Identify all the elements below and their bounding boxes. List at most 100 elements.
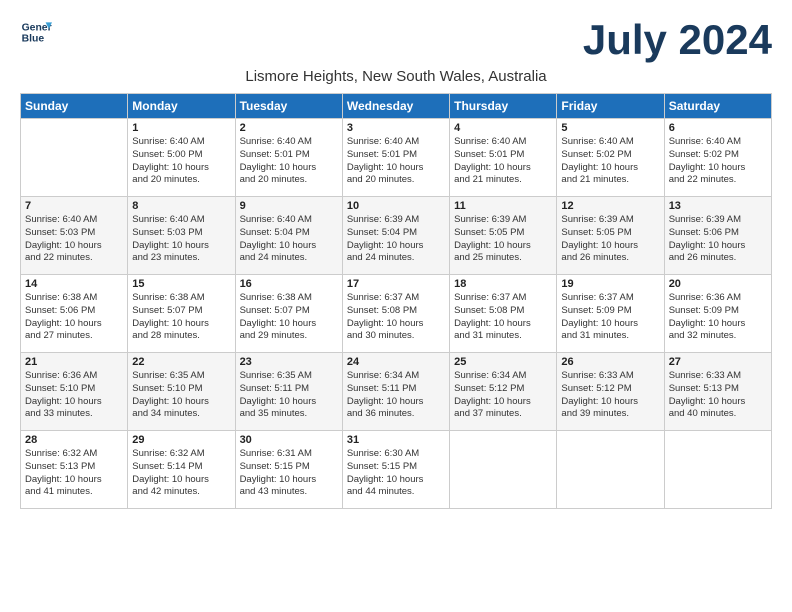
calendar-cell: 21Sunrise: 6:36 AM Sunset: 5:10 PM Dayli… bbox=[21, 353, 128, 431]
calendar-cell: 16 Sunrise: 6:38 AM Sunset: 5:07 PM Dayli… bbox=[235, 275, 342, 353]
day-info: Sunrise: 6:39 AM Sunset: 5:06 PM Dayligh… bbox=[669, 214, 767, 265]
calendar-cell: 7 Sunrise: 6:40 AM Sunset: 5:03 PM Daylig… bbox=[21, 197, 128, 275]
day-number: 31 bbox=[347, 434, 445, 446]
calendar-week-row: 28 Sunrise: 6:32 AM Sunset: 5:13 PM Dayli… bbox=[21, 431, 772, 509]
calendar-cell: 10 Sunrise: 6:39 AM Sunset: 5:04 PM Dayli… bbox=[342, 197, 449, 275]
day-number: 5 bbox=[561, 122, 659, 134]
calendar-cell bbox=[21, 119, 128, 197]
column-header-sunday: Sunday bbox=[21, 94, 128, 119]
day-number: 22 bbox=[132, 356, 230, 368]
svg-text:Blue: Blue bbox=[22, 34, 45, 45]
calendar-cell: 29Sunrise: 6:32 AM Sunset: 5:14 PM Dayli… bbox=[128, 431, 235, 509]
calendar-week-row: 14 Sunrise: 6:38 AM Sunset: 5:06 PM Dayli… bbox=[21, 275, 772, 353]
day-info: Sunrise: 6:40 AM Sunset: 5:00 PM Dayligh… bbox=[132, 136, 230, 187]
logo: General Blue bbox=[20, 16, 52, 48]
calendar-cell: 3 Sunrise: 6:40 AM Sunset: 5:01 PM Daylig… bbox=[342, 119, 449, 197]
day-number: 23 bbox=[240, 356, 338, 368]
day-number: 12 bbox=[561, 200, 659, 212]
calendar-week-row: 1 Sunrise: 6:40 AM Sunset: 5:00 PM Daylig… bbox=[21, 119, 772, 197]
day-info: Sunrise: 6:37 AM Sunset: 5:08 PM Dayligh… bbox=[347, 292, 445, 343]
day-number: 3 bbox=[347, 122, 445, 134]
day-info: Sunrise: 6:35 AM Sunset: 5:11 PM Dayligh… bbox=[240, 370, 338, 421]
day-info: Sunrise: 6:34 AM Sunset: 5:12 PM Dayligh… bbox=[454, 370, 552, 421]
day-info: Sunrise: 6:32 AM Sunset: 5:13 PM Dayligh… bbox=[25, 448, 123, 499]
day-number: 15 bbox=[132, 278, 230, 290]
day-number: 13 bbox=[669, 200, 767, 212]
day-number: 27 bbox=[669, 356, 767, 368]
day-info: Sunrise: 6:33 AM Sunset: 5:12 PM Dayligh… bbox=[561, 370, 659, 421]
month-title: July 2024 bbox=[583, 16, 772, 64]
day-number: 2 bbox=[240, 122, 338, 134]
day-info: Sunrise: 6:38 AM Sunset: 5:07 PM Dayligh… bbox=[132, 292, 230, 343]
day-number: 18 bbox=[454, 278, 552, 290]
calendar-cell: 9 Sunrise: 6:40 AM Sunset: 5:04 PM Daylig… bbox=[235, 197, 342, 275]
calendar-cell: 18Sunrise: 6:37 AM Sunset: 5:08 PM Dayli… bbox=[450, 275, 557, 353]
day-info: Sunrise: 6:38 AM Sunset: 5:07 PM Dayligh… bbox=[240, 292, 338, 343]
day-info: Sunrise: 6:40 AM Sunset: 5:01 PM Dayligh… bbox=[347, 136, 445, 187]
day-number: 9 bbox=[240, 200, 338, 212]
calendar-week-row: 21Sunrise: 6:36 AM Sunset: 5:10 PM Dayli… bbox=[21, 353, 772, 431]
day-number: 28 bbox=[25, 434, 123, 446]
calendar-cell: 19Sunrise: 6:37 AM Sunset: 5:09 PM Dayli… bbox=[557, 275, 664, 353]
day-number: 20 bbox=[669, 278, 767, 290]
day-number: 17 bbox=[347, 278, 445, 290]
calendar-cell: 30Sunrise: 6:31 AM Sunset: 5:15 PM Dayli… bbox=[235, 431, 342, 509]
day-info: Sunrise: 6:39 AM Sunset: 5:05 PM Dayligh… bbox=[454, 214, 552, 265]
day-info: Sunrise: 6:40 AM Sunset: 5:01 PM Dayligh… bbox=[240, 136, 338, 187]
day-info: Sunrise: 6:40 AM Sunset: 5:02 PM Dayligh… bbox=[561, 136, 659, 187]
calendar-cell: 17 Sunrise: 6:37 AM Sunset: 5:08 PM Dayli… bbox=[342, 275, 449, 353]
day-number: 16 bbox=[240, 278, 338, 290]
calendar-header-row: SundayMondayTuesdayWednesdayThursdayFrid… bbox=[21, 94, 772, 119]
column-header-friday: Friday bbox=[557, 94, 664, 119]
calendar-cell: 1 Sunrise: 6:40 AM Sunset: 5:00 PM Daylig… bbox=[128, 119, 235, 197]
calendar-cell: 27 Sunrise: 6:33 AM Sunset: 5:13 PM Dayli… bbox=[664, 353, 771, 431]
day-info: Sunrise: 6:32 AM Sunset: 5:14 PM Dayligh… bbox=[132, 448, 230, 499]
day-info: Sunrise: 6:38 AM Sunset: 5:06 PM Dayligh… bbox=[25, 292, 123, 343]
calendar-cell: 24Sunrise: 6:34 AM Sunset: 5:11 PM Dayli… bbox=[342, 353, 449, 431]
day-number: 30 bbox=[240, 434, 338, 446]
subtitle: Lismore Heights, New South Wales, Austra… bbox=[20, 68, 772, 85]
calendar-cell: 11 Sunrise: 6:39 AM Sunset: 5:05 PM Dayli… bbox=[450, 197, 557, 275]
day-number: 8 bbox=[132, 200, 230, 212]
calendar-cell: 20 Sunrise: 6:36 AM Sunset: 5:09 PM Dayli… bbox=[664, 275, 771, 353]
logo-icon: General Blue bbox=[20, 16, 52, 48]
calendar-cell bbox=[557, 431, 664, 509]
day-info: Sunrise: 6:33 AM Sunset: 5:13 PM Dayligh… bbox=[669, 370, 767, 421]
day-number: 7 bbox=[25, 200, 123, 212]
day-number: 10 bbox=[347, 200, 445, 212]
calendar-cell: 31 Sunrise: 6:30 AM Sunset: 5:15 PM Dayli… bbox=[342, 431, 449, 509]
day-info: Sunrise: 6:40 AM Sunset: 5:04 PM Dayligh… bbox=[240, 214, 338, 265]
day-number: 4 bbox=[454, 122, 552, 134]
day-info: Sunrise: 6:40 AM Sunset: 5:03 PM Dayligh… bbox=[25, 214, 123, 265]
column-header-thursday: Thursday bbox=[450, 94, 557, 119]
day-info: Sunrise: 6:37 AM Sunset: 5:09 PM Dayligh… bbox=[561, 292, 659, 343]
calendar-table: SundayMondayTuesdayWednesdayThursdayFrid… bbox=[20, 93, 772, 509]
calendar-cell: 6Sunrise: 6:40 AM Sunset: 5:02 PM Daylig… bbox=[664, 119, 771, 197]
day-info: Sunrise: 6:40 AM Sunset: 5:02 PM Dayligh… bbox=[669, 136, 767, 187]
day-number: 21 bbox=[25, 356, 123, 368]
day-info: Sunrise: 6:40 AM Sunset: 5:01 PM Dayligh… bbox=[454, 136, 552, 187]
calendar-cell: 2 Sunrise: 6:40 AM Sunset: 5:01 PM Daylig… bbox=[235, 119, 342, 197]
header: General Blue July 2024 bbox=[20, 16, 772, 64]
calendar-cell: 5 Sunrise: 6:40 AM Sunset: 5:02 PM Daylig… bbox=[557, 119, 664, 197]
calendar-body: 1 Sunrise: 6:40 AM Sunset: 5:00 PM Daylig… bbox=[21, 119, 772, 509]
calendar-cell: 23 Sunrise: 6:35 AM Sunset: 5:11 PM Dayli… bbox=[235, 353, 342, 431]
calendar-cell: 25 Sunrise: 6:34 AM Sunset: 5:12 PM Dayli… bbox=[450, 353, 557, 431]
day-info: Sunrise: 6:30 AM Sunset: 5:15 PM Dayligh… bbox=[347, 448, 445, 499]
day-number: 1 bbox=[132, 122, 230, 134]
day-info: Sunrise: 6:40 AM Sunset: 5:03 PM Dayligh… bbox=[132, 214, 230, 265]
column-header-tuesday: Tuesday bbox=[235, 94, 342, 119]
calendar-cell: 28 Sunrise: 6:32 AM Sunset: 5:13 PM Dayli… bbox=[21, 431, 128, 509]
day-number: 25 bbox=[454, 356, 552, 368]
calendar-cell: 15 Sunrise: 6:38 AM Sunset: 5:07 PM Dayli… bbox=[128, 275, 235, 353]
day-number: 11 bbox=[454, 200, 552, 212]
calendar-cell: 14 Sunrise: 6:38 AM Sunset: 5:06 PM Dayli… bbox=[21, 275, 128, 353]
calendar-cell: 12 Sunrise: 6:39 AM Sunset: 5:05 PM Dayli… bbox=[557, 197, 664, 275]
day-number: 14 bbox=[25, 278, 123, 290]
calendar-cell: 13 Sunrise: 6:39 AM Sunset: 5:06 PM Dayli… bbox=[664, 197, 771, 275]
column-header-monday: Monday bbox=[128, 94, 235, 119]
day-info: Sunrise: 6:36 AM Sunset: 5:09 PM Dayligh… bbox=[669, 292, 767, 343]
day-info: Sunrise: 6:39 AM Sunset: 5:04 PM Dayligh… bbox=[347, 214, 445, 265]
calendar-cell bbox=[450, 431, 557, 509]
day-info: Sunrise: 6:39 AM Sunset: 5:05 PM Dayligh… bbox=[561, 214, 659, 265]
